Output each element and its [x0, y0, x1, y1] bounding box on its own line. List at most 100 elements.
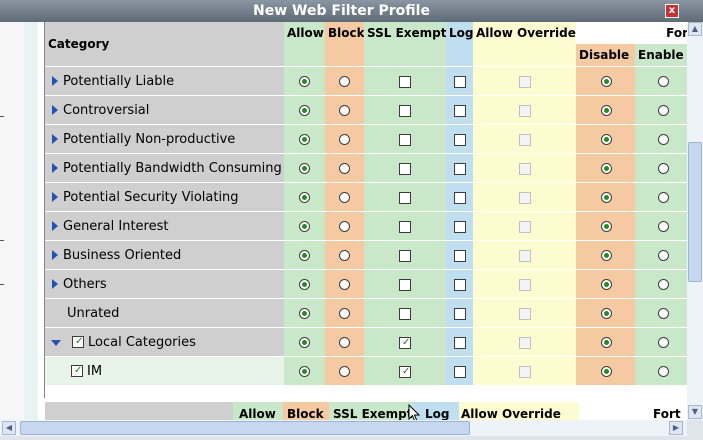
close-button[interactable]: x — [665, 4, 679, 18]
allow-override-checkbox — [519, 192, 531, 204]
expand-triangle-icon[interactable] — [52, 163, 58, 173]
forward-override-disable-radio[interactable] — [601, 337, 612, 348]
forward-override-enable-radio[interactable] — [658, 308, 669, 319]
category-label: Business Oriented — [63, 248, 182, 263]
forward-override-enable-radio[interactable] — [658, 192, 669, 203]
forward-override-enable-radio[interactable] — [658, 221, 669, 232]
block-radio[interactable] — [339, 279, 350, 290]
category-enable-checkbox[interactable]: ✓ — [71, 365, 83, 377]
second-header-fort: Fort — [579, 402, 687, 420]
forward-override-disable-radio[interactable] — [601, 76, 612, 87]
log-checkbox[interactable] — [454, 134, 466, 146]
title-bar[interactable]: New Web Filter Profile x — [0, 0, 703, 22]
log-checkbox[interactable] — [454, 76, 466, 88]
forward-override-enable-radio[interactable] — [658, 250, 669, 261]
block-radio[interactable] — [339, 76, 350, 87]
allow-radio[interactable] — [299, 279, 310, 290]
ssl-exempt-checkbox[interactable] — [399, 163, 411, 175]
category-enable-checkbox[interactable]: ✓ — [72, 336, 84, 348]
block-radio[interactable] — [339, 163, 350, 174]
log-checkbox[interactable] — [454, 221, 466, 233]
forward-override-enable-radio[interactable] — [658, 134, 669, 145]
category-row: Potentially Non-productive — [45, 125, 687, 154]
forward-override-enable-radio[interactable] — [658, 337, 669, 348]
forward-override-enable-radio[interactable] — [658, 76, 669, 87]
expand-triangle-icon[interactable] — [52, 221, 58, 231]
log-checkbox[interactable] — [454, 105, 466, 117]
ssl-exempt-checkbox[interactable] — [399, 221, 411, 233]
allow-radio[interactable] — [299, 105, 310, 116]
allow-radio[interactable] — [299, 134, 310, 145]
block-radio[interactable] — [339, 308, 350, 319]
allow-radio[interactable] — [299, 250, 310, 261]
forward-override-enable-radio[interactable] — [658, 105, 669, 116]
block-radio[interactable] — [339, 192, 350, 203]
log-checkbox[interactable] — [454, 366, 466, 378]
ssl-exempt-checkbox[interactable] — [399, 308, 411, 320]
ssl-exempt-checkbox[interactable] — [399, 76, 411, 88]
category-label: Potentially Non-productive — [63, 132, 236, 147]
allow-radio[interactable] — [299, 76, 310, 87]
log-checkbox[interactable] — [454, 308, 466, 320]
forward-override-disable-radio[interactable] — [601, 308, 612, 319]
allow-radio[interactable] — [299, 308, 310, 319]
log-checkbox[interactable] — [454, 337, 466, 349]
forward-override-disable-radio[interactable] — [601, 366, 612, 377]
scroll-down-icon[interactable]: ▼ — [688, 405, 702, 419]
expand-triangle-icon[interactable] — [52, 279, 58, 289]
ssl-exempt-checkbox[interactable] — [399, 192, 411, 204]
category-row: General Interest — [45, 212, 687, 241]
block-radio[interactable] — [339, 134, 350, 145]
allow-radio[interactable] — [299, 221, 310, 232]
ssl-exempt-checkbox[interactable]: ✓ — [399, 337, 411, 349]
ssl-exempt-checkbox[interactable]: ✓ — [399, 366, 411, 378]
expand-triangle-icon[interactable] — [52, 192, 58, 202]
allow-radio[interactable] — [299, 163, 310, 174]
allow-radio[interactable] — [299, 192, 310, 203]
second-header-allow: Allow — [233, 402, 283, 420]
second-table-header: Allow Block SSL Exempt Log Allow Overrid… — [45, 402, 687, 420]
forward-override-enable-radio[interactable] — [658, 163, 669, 174]
block-radio[interactable] — [339, 366, 350, 377]
second-header-allow-override: Allow Override — [459, 402, 579, 420]
forward-override-enable-radio[interactable] — [658, 279, 669, 290]
expand-triangle-icon[interactable] — [52, 134, 58, 144]
block-radio[interactable] — [339, 221, 350, 232]
forward-override-disable-radio[interactable] — [601, 279, 612, 290]
forward-override-disable-radio[interactable] — [601, 134, 612, 145]
category-label: Controversial — [63, 103, 150, 118]
log-checkbox[interactable] — [454, 192, 466, 204]
block-radio[interactable] — [339, 250, 350, 261]
ssl-exempt-checkbox[interactable] — [399, 250, 411, 262]
ssl-exempt-checkbox[interactable] — [399, 279, 411, 291]
expand-triangle-icon[interactable] — [52, 250, 58, 260]
forward-override-disable-radio[interactable] — [601, 163, 612, 174]
forward-override-enable-radio[interactable] — [658, 366, 669, 377]
expand-triangle-icon[interactable] — [52, 105, 58, 115]
category-label: Others — [63, 277, 107, 292]
background-page-strip-2 — [24, 22, 38, 420]
block-radio[interactable] — [339, 105, 350, 116]
allow-override-checkbox — [519, 337, 531, 349]
allow-radio[interactable] — [299, 366, 310, 377]
second-header-category — [45, 402, 233, 420]
vertical-scroll-thumb[interactable] — [688, 142, 702, 282]
block-radio[interactable] — [339, 337, 350, 348]
forward-override-disable-radio[interactable] — [601, 221, 612, 232]
category-row: Controversial — [45, 96, 687, 125]
scroll-right-icon[interactable]: ▶ — [669, 421, 683, 435]
forward-override-disable-radio[interactable] — [601, 105, 612, 116]
scroll-up-icon[interactable]: ▲ — [688, 22, 702, 36]
scroll-left-icon[interactable]: ◀ — [2, 421, 16, 435]
ssl-exempt-checkbox[interactable] — [399, 105, 411, 117]
log-checkbox[interactable] — [454, 279, 466, 291]
log-checkbox[interactable] — [454, 250, 466, 262]
expand-triangle-icon[interactable] — [52, 76, 58, 86]
horizontal-scroll-thumb[interactable] — [20, 421, 470, 435]
forward-override-disable-radio[interactable] — [601, 250, 612, 261]
allow-radio[interactable] — [299, 337, 310, 348]
ssl-exempt-checkbox[interactable] — [399, 134, 411, 146]
forward-override-disable-radio[interactable] — [601, 192, 612, 203]
log-checkbox[interactable] — [454, 163, 466, 175]
collapse-triangle-icon[interactable] — [51, 340, 61, 346]
